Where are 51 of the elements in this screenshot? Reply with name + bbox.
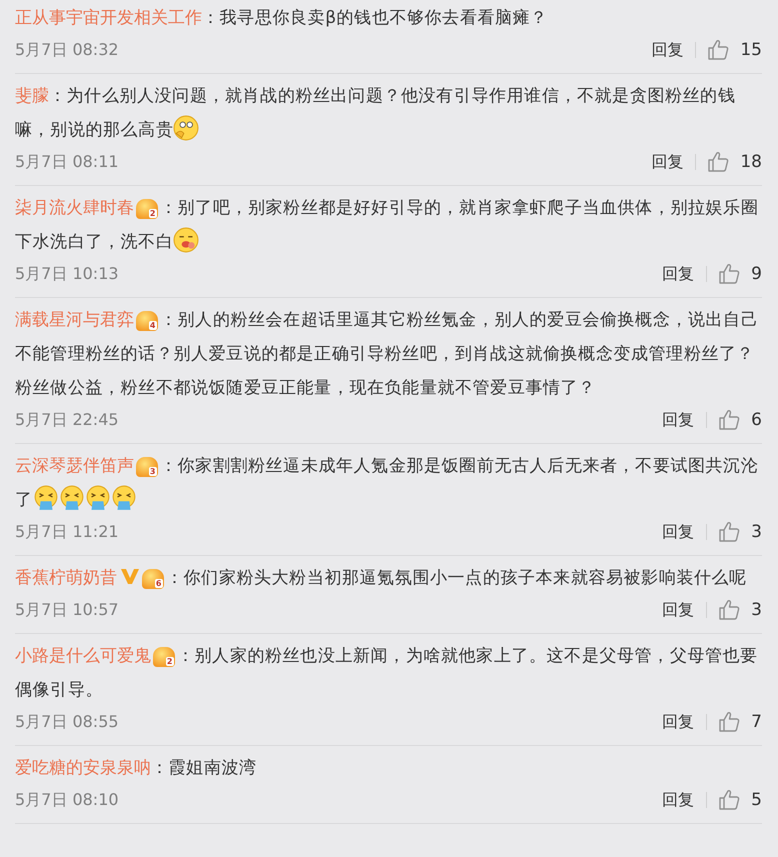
reply-link[interactable]: 回复 bbox=[662, 522, 694, 542]
thumbs-up-icon[interactable] bbox=[717, 262, 742, 286]
reply-link[interactable]: 回复 bbox=[651, 152, 684, 172]
comment-text: 满载星河与君弈 4 ：别人的粉丝会在超话里逼其它粉丝氪金，别人的爱豆会偷换概念，说出自己不能管理粉丝的话？别人爱豆说的都是正确引导粉丝吧，到肖战这就偷换概念变成管理粉丝了？粉丝做公益，粉丝不都说饭随爱豆正能量，现在负能量就不管爱豆事情了？ bbox=[15, 309, 760, 400]
thumbs-up-icon[interactable] bbox=[706, 150, 730, 174]
fan-level-badge: 3 bbox=[136, 457, 158, 477]
comment-text: 柒月流火肆时春 2 ：别了吧，别家粉丝都是好好引导的，就肖家拿虾爬子当血供体，别拉娱乐圈下水洗白了，洗不白 bbox=[15, 197, 760, 255]
comment-date: 5月7日 08:32 bbox=[15, 40, 120, 60]
like-count: 7 bbox=[751, 712, 762, 732]
reply-link[interactable]: 回复 bbox=[662, 410, 694, 430]
comment-text: 香蕉柠萌奶昔 6 ：你们家粉头大粉当初那逼氪氛围小一点的孩子本来就容易被影响装什么呢 bbox=[15, 566, 748, 591]
thumbs-up-icon[interactable] bbox=[717, 710, 742, 734]
emoji-icon bbox=[173, 115, 200, 141]
reply-link[interactable]: 回复 bbox=[662, 600, 694, 620]
fan-level-badge: 2 bbox=[136, 199, 158, 219]
like-count: 3 bbox=[751, 522, 762, 542]
thumbs-up-icon[interactable] bbox=[717, 408, 742, 432]
fan-level-badge: 6 bbox=[142, 569, 164, 589]
reply-link[interactable]: 回复 bbox=[662, 712, 694, 732]
like-count: 15 bbox=[740, 40, 762, 60]
emoji-icon bbox=[84, 485, 111, 511]
reply-link[interactable]: 回复 bbox=[662, 790, 694, 810]
comment-date: 5月7日 08:10 bbox=[15, 790, 120, 810]
comment-date: 5月7日 08:55 bbox=[15, 712, 120, 732]
emoji-icon bbox=[58, 485, 85, 511]
comment-date: 5月7日 11:21 bbox=[15, 522, 120, 542]
thumbs-up-icon[interactable] bbox=[717, 598, 742, 622]
like-count: 5 bbox=[751, 790, 762, 810]
comment-date: 5月7日 08:11 bbox=[15, 152, 120, 172]
comment-text: 正从事宇宙开发相关工作：我寻思你良卖β的钱也不够你去看看脑瘫？ bbox=[15, 7, 549, 30]
comment-text: 小路是什么可爱鬼 2 ：别人家的粉丝也没上新闻，为啥就他家上了。这不是父母管，父母管也要偶像引导。 bbox=[15, 645, 759, 702]
thumbs-up-icon[interactable] bbox=[717, 520, 742, 544]
like-count: 6 bbox=[751, 410, 762, 430]
fan-level-badge: 4 bbox=[136, 311, 158, 331]
comment-text: 云深琴瑟伴笛声 3 ：你家割割粉丝逼未成年人氪金那是饭圈前无古人后无来者，不要试图共沉沦了 bbox=[15, 455, 760, 513]
emoji-icon bbox=[110, 485, 137, 511]
thumbs-up-icon[interactable] bbox=[706, 38, 730, 62]
like-count: 18 bbox=[740, 152, 762, 172]
comment-date: 5月7日 22:45 bbox=[15, 410, 120, 430]
comment-date: 5月7日 10:57 bbox=[15, 600, 120, 620]
comment-date: 5月7日 10:13 bbox=[15, 264, 120, 284]
thumbs-up-icon[interactable] bbox=[717, 788, 742, 812]
emoji-icon bbox=[32, 485, 59, 511]
reply-link[interactable]: 回复 bbox=[662, 264, 694, 284]
emoji-icon bbox=[173, 227, 200, 253]
reply-link[interactable]: 回复 bbox=[651, 40, 684, 60]
like-count: 9 bbox=[751, 264, 762, 284]
like-count: 3 bbox=[751, 600, 762, 620]
comment-text: 斐朦：为什么别人没问题，就肖战的粉丝出问题？他没有引导作用谁信，不就是贪图粉丝的钱嘛，别说的那么高贵 bbox=[15, 85, 736, 143]
comment-text: 爱吃糖的安泉泉呐：霞姐南波湾 bbox=[15, 757, 258, 780]
fan-level-badge: 2 bbox=[153, 647, 175, 667]
